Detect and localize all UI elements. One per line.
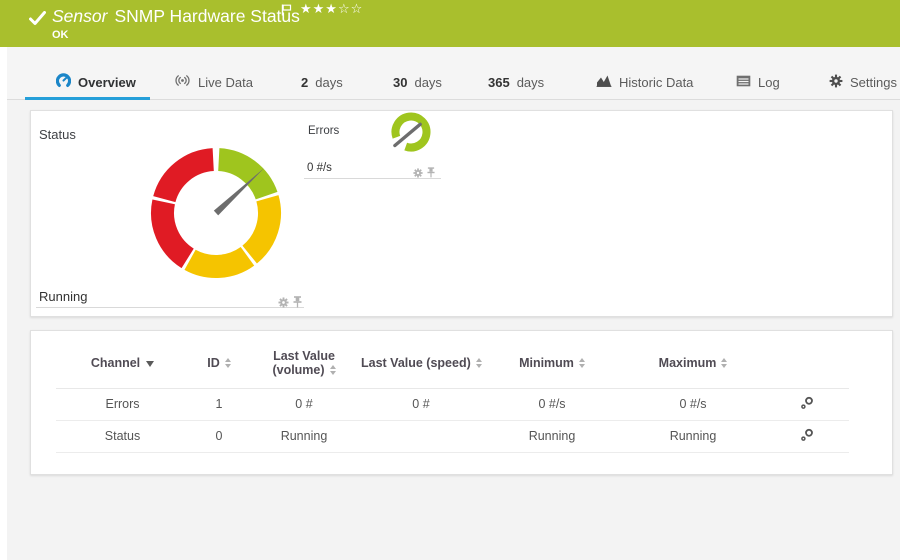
sensor-header: Sensor SNMP Hardware Status ★★★☆☆ OK [0,0,900,47]
column-header-minimum[interactable]: Minimum [483,343,621,389]
cell-last-value-speed: 0 # [359,388,483,421]
sort-icon [721,357,728,368]
column-header-last-value-volume[interactable]: Last Value (volume) [249,343,359,389]
cell-actions [765,388,849,421]
tab-2-days[interactable]: 2 days [301,70,343,94]
table-row-errors: Errors 1 0 # 0 # 0 #/s 0 #/s [56,388,849,421]
column-header-channel[interactable]: Channel [56,343,189,389]
broadcast-icon [174,74,191,90]
cell-last-value-volume: Running [249,420,359,453]
errors-gauge-title: Errors [308,125,340,137]
pin-icon[interactable] [427,167,435,178]
errors-gauge-divider [304,178,441,179]
cell-maximum: 0 #/s [621,388,765,421]
cell-last-value-speed [359,420,483,453]
gear-icon[interactable] [413,167,423,178]
channel-settings-icon[interactable] [800,428,814,442]
tab-live-data[interactable]: Live Data [174,70,253,94]
sensor-status-text: OK [52,29,69,41]
gauge-icon [55,73,72,91]
status-gauge-title: Status [39,127,76,142]
sort-desc-icon [146,360,155,367]
tab-2-days-label: days [315,74,343,90]
column-header-id[interactable]: ID [189,343,249,389]
tab-bar: Overview Live Data 2 days 30 days 365 da… [0,47,900,100]
tab-live-data-label: Live Data [198,74,253,90]
channel-table: Channel ID Last Value (volume) Last Valu… [56,343,849,453]
errors-gauge-value: 0 #/s [307,162,332,174]
tab-log[interactable]: Log [736,70,780,94]
stars-filled: ★★★ [300,1,338,16]
active-tab-underline [25,97,150,100]
tab-30-days[interactable]: 30 days [393,70,442,94]
sensor-name: SNMP Hardware Status [114,6,300,26]
log-list-icon [736,75,751,90]
status-ok-icon [29,11,46,31]
tab-settings[interactable]: Settings [829,70,897,94]
sort-icon [578,357,585,368]
tab-historic-data[interactable]: Historic Data [596,70,693,94]
tab-historic-data-label: Historic Data [619,74,694,90]
sort-icon [224,357,231,368]
tab-2-days-number: 2 [301,74,309,90]
column-header-maximum[interactable]: Maximum [621,343,765,389]
tab-30-days-label: days [414,74,442,90]
tab-log-label: Log [758,74,780,90]
tab-365-days[interactable]: 365 days [488,70,544,94]
tab-30-days-number: 30 [393,74,408,90]
channel-table-panel: Channel ID Last Value (volume) Last Valu… [30,330,893,475]
column-header-last-value-speed[interactable]: Last Value (speed) [359,343,483,389]
cell-maximum: Running [621,420,765,453]
object-kind-label: Sensor [52,6,108,26]
gear-icon[interactable] [278,296,289,308]
cell-id: 1 [189,388,249,421]
sort-icon [329,365,336,376]
stars-empty: ☆☆ [337,1,364,16]
cell-last-value-volume: 0 # [249,388,359,421]
status-gauge [151,148,281,278]
tab-overview[interactable]: Overview [55,70,136,94]
status-gauge-value: Running [39,289,88,304]
status-gauge-divider [36,307,304,308]
pin-icon[interactable] [293,296,302,308]
cell-minimum: 0 #/s [483,388,621,421]
tab-overview-label: Overview [78,74,136,90]
area-chart-icon [596,74,612,90]
errors-gauge [391,112,431,152]
tab-settings-label: Settings [850,74,897,90]
errors-gauge-actions [413,167,435,178]
left-margin-strip [0,47,7,560]
sort-icon [475,357,482,368]
gear-icon [829,74,843,91]
table-header-row: Channel ID Last Value (volume) Last Valu… [56,343,849,389]
cell-channel: Status [56,420,189,453]
channel-settings-icon[interactable] [800,396,814,410]
flag-icon[interactable] [281,4,292,16]
cell-minimum: Running [483,420,621,453]
status-gauge-actions [278,296,302,308]
tab-365-days-label: days [516,74,545,90]
cell-id: 0 [189,420,249,453]
table-row-status: Status 0 Running Running Running [56,420,849,453]
tab-365-days-number: 365 [488,74,510,90]
overview-gauges-panel: Status Running Errors 0 #/s [30,110,893,317]
priority-stars[interactable]: ★★★☆☆ [300,1,363,17]
cell-actions [765,420,849,453]
page-title: Sensor SNMP Hardware Status [52,6,300,27]
cell-channel: Errors [56,388,189,421]
column-header-actions [765,343,849,389]
